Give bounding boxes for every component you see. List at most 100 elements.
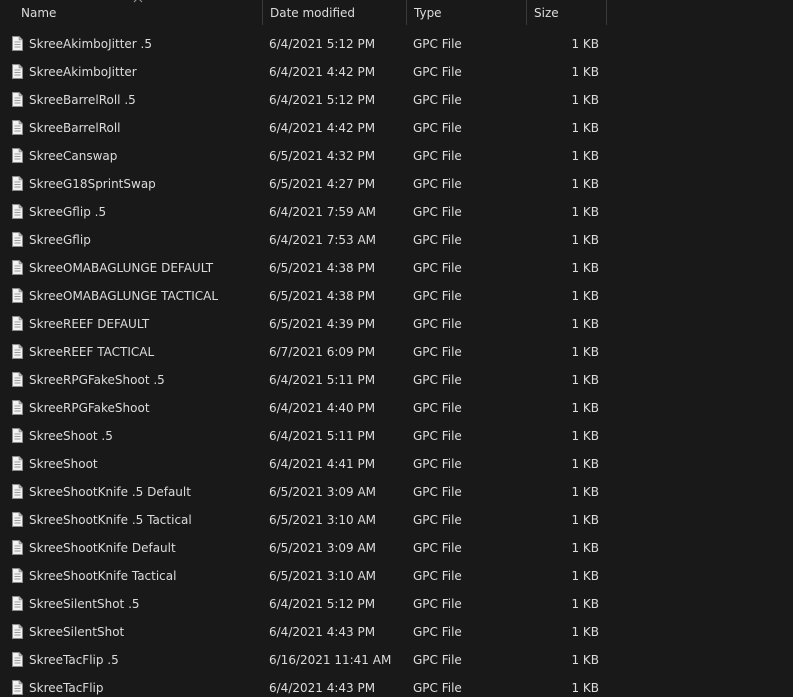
file-row[interactable]: SkreeAkimboJitter 6/4/2021 4:42 PM GPC Fil… (0, 58, 608, 86)
file-name[interactable]: SkreeOMABAGLUNGE TACTICAL (29, 282, 218, 310)
file-row[interactable]: SkreeAkimboJitter .5 6/4/2021 5:12 PM GPC … (0, 30, 608, 58)
file-date-modified: 6/5/2021 4:38 PM (269, 289, 376, 303)
file-date-modified: 6/16/2021 11:41 AM (269, 653, 392, 667)
file-type: GPC File (413, 317, 462, 331)
file-row[interactable]: SkreeOMABAGLUNGE DEFAULT 6/5/2021 4:38 PM… (0, 254, 608, 282)
file-size: 1 KB (571, 457, 599, 471)
file-type: GPC File (413, 457, 462, 471)
file-row[interactable]: SkreeGflip .5 6/4/2021 7:59 AM GPC File 1 K… (0, 198, 608, 226)
document-file-icon (12, 512, 23, 527)
file-row[interactable]: SkreeREEF DEFAULT 6/5/2021 4:39 PM GPC Fil… (0, 310, 608, 338)
file-name[interactable]: SkreeBarrelRoll .5 (29, 86, 136, 114)
file-name[interactable]: SkreeRPGFakeShoot (29, 394, 150, 422)
document-file-icon (12, 288, 23, 303)
file-name[interactable]: SkreeShoot .5 (29, 422, 113, 450)
file-name[interactable]: SkreeShootKnife Tactical (29, 562, 176, 590)
column-header-size[interactable]: Size (526, 0, 607, 25)
document-file-icon (12, 372, 23, 387)
file-name[interactable]: SkreeShootKnife .5 Default (29, 478, 191, 506)
file-type: GPC File (413, 541, 462, 555)
column-header-date-modified[interactable]: Date modified (262, 0, 406, 25)
file-row[interactable]: SkreeShootKnife Tactical 6/5/2021 3:10 AM… (0, 562, 608, 590)
file-type: GPC File (413, 653, 462, 667)
file-date-modified: 6/4/2021 5:12 PM (269, 93, 376, 107)
file-row[interactable]: SkreeBarrelRoll 6/4/2021 4:42 PM GPC File 1… (0, 114, 608, 142)
column-header-name[interactable]: Name (14, 0, 262, 25)
document-file-icon (12, 92, 23, 107)
file-row[interactable]: SkreeREEF TACTICAL 6/7/2021 6:09 PM GPC Fi… (0, 338, 608, 366)
file-name[interactable]: SkreeShoot (29, 450, 98, 478)
document-file-icon (12, 204, 23, 219)
file-type: GPC File (413, 289, 462, 303)
document-file-icon (12, 232, 23, 247)
document-file-icon (12, 652, 23, 667)
file-type: GPC File (413, 401, 462, 415)
file-date-modified: 6/4/2021 4:40 PM (269, 401, 376, 415)
file-size: 1 KB (571, 653, 599, 667)
file-name[interactable]: SkreeAkimboJitter .5 (29, 30, 152, 58)
file-size: 1 KB (571, 541, 599, 555)
file-name[interactable]: SkreeREEF TACTICAL (29, 338, 154, 366)
file-size: 1 KB (571, 205, 599, 219)
file-size: 1 KB (571, 681, 599, 695)
file-name[interactable]: SkreeRPGFakeShoot .5 (29, 366, 165, 394)
document-file-icon (12, 64, 23, 79)
file-row[interactable]: SkreeShoot .5 6/4/2021 5:11 PM GPC File 1 K… (0, 422, 608, 450)
file-name[interactable]: SkreeG18SprintSwap (29, 170, 156, 198)
file-size: 1 KB (571, 289, 599, 303)
file-row[interactable]: SkreeGflip 6/4/2021 7:53 AM GPC File 1 KB (0, 226, 608, 254)
document-file-icon (12, 428, 23, 443)
file-name[interactable]: SkreeOMABAGLUNGE DEFAULT (29, 254, 213, 282)
file-row[interactable]: SkreeRPGFakeShoot 6/4/2021 4:40 PM GPC Fil… (0, 394, 608, 422)
file-name[interactable]: SkreeSilentShot .5 (29, 590, 140, 618)
file-date-modified: 6/5/2021 3:09 AM (269, 541, 377, 555)
file-row[interactable]: SkreeShootKnife Default 6/5/2021 3:09 AM G… (0, 534, 608, 562)
document-file-icon (12, 36, 23, 51)
file-type: GPC File (413, 149, 462, 163)
document-file-icon (12, 120, 23, 135)
file-name[interactable]: SkreeREEF DEFAULT (29, 310, 149, 338)
file-row[interactable]: SkreeSilentShot 6/4/2021 4:43 PM GPC File 1… (0, 618, 608, 646)
file-name[interactable]: SkreeShootKnife .5 Tactical (29, 506, 192, 534)
file-row[interactable]: SkreeSilentShot .5 6/4/2021 5:12 PM GPC Fi… (0, 590, 608, 618)
file-name[interactable]: SkreeShootKnife Default (29, 534, 176, 562)
document-file-icon (12, 260, 23, 275)
file-type: GPC File (413, 513, 462, 527)
file-row[interactable]: SkreeShoot 6/4/2021 4:41 PM GPC File 1 KB (0, 450, 608, 478)
file-name[interactable]: SkreeBarrelRoll (29, 114, 121, 142)
file-name[interactable]: SkreeGflip .5 (29, 198, 106, 226)
file-name[interactable]: SkreeTacFlip (29, 674, 103, 697)
file-date-modified: 6/4/2021 4:41 PM (269, 457, 376, 471)
file-row[interactable]: SkreeShootKnife .5 Default 6/5/2021 3:09 … (0, 478, 608, 506)
file-row[interactable]: SkreeRPGFakeShoot .5 6/4/2021 5:11 PM GPC … (0, 366, 608, 394)
file-type: GPC File (413, 65, 462, 79)
file-date-modified: 6/7/2021 6:09 PM (269, 345, 376, 359)
file-size: 1 KB (571, 121, 599, 135)
document-file-icon (12, 484, 23, 499)
file-name[interactable]: SkreeTacFlip .5 (29, 646, 119, 674)
file-size: 1 KB (571, 177, 599, 191)
file-row[interactable]: SkreeG18SprintSwap 6/5/2021 4:27 PM GPC Fi… (0, 170, 608, 198)
file-type: GPC File (413, 205, 462, 219)
file-name[interactable]: SkreeCanswap (29, 142, 117, 170)
file-row[interactable]: SkreeTacFlip 6/4/2021 4:43 PM GPC File 1 KB (0, 674, 608, 697)
document-file-icon (12, 596, 23, 611)
file-type: GPC File (413, 177, 462, 191)
file-type: GPC File (413, 121, 462, 135)
file-name[interactable]: SkreeGflip (29, 226, 91, 254)
file-name[interactable]: SkreeAkimboJitter (29, 58, 137, 86)
file-type: GPC File (413, 597, 462, 611)
file-row[interactable]: SkreeBarrelRoll .5 6/4/2021 5:12 PM GPC Fi… (0, 86, 608, 114)
file-type: GPC File (413, 373, 462, 387)
file-type: GPC File (413, 625, 462, 639)
file-name[interactable]: SkreeSilentShot (29, 618, 124, 646)
file-size: 1 KB (571, 233, 599, 247)
file-row[interactable]: SkreeCanswap 6/5/2021 4:32 PM GPC File 1 KB (0, 142, 608, 170)
file-size: 1 KB (571, 149, 599, 163)
file-type: GPC File (413, 233, 462, 247)
column-header-bar: Name Date modified Type Size (0, 0, 793, 25)
file-row[interactable]: SkreeShootKnife .5 Tactical 6/5/2021 3:10… (0, 506, 608, 534)
file-row[interactable]: SkreeOMABAGLUNGE TACTICAL 6/5/2021 4:38 P… (0, 282, 608, 310)
file-row[interactable]: SkreeTacFlip .5 6/16/2021 11:41 AM GPC Fil… (0, 646, 608, 674)
column-header-type[interactable]: Type (406, 0, 526, 25)
